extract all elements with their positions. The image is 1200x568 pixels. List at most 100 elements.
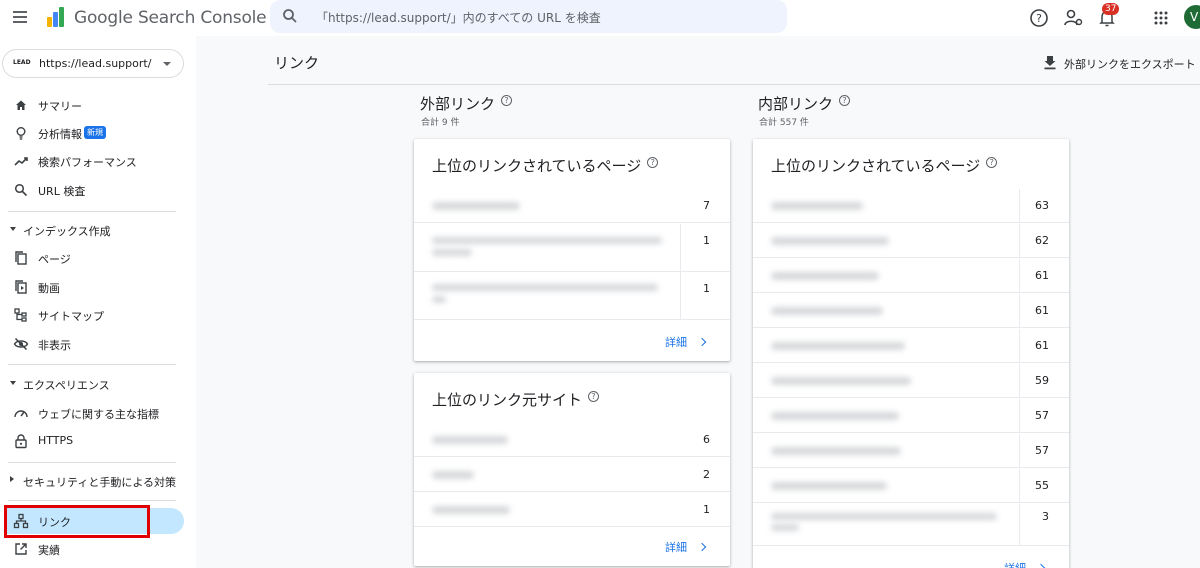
export-label: 外部リンクをエクスポート	[1064, 58, 1196, 71]
redacted-url	[771, 377, 911, 385]
table-row[interactable]: 7	[414, 189, 730, 223]
main-menu-icon[interactable]	[10, 8, 30, 28]
home-icon	[16, 100, 26, 110]
column-divider	[1019, 294, 1020, 327]
table-row[interactable]: 57	[753, 434, 1069, 468]
property-selector[interactable]: LEAD https://lead.support/	[2, 49, 184, 78]
details-link[interactable]: 詳細	[1004, 560, 1046, 568]
manage-users-icon[interactable]	[1062, 7, 1084, 29]
link-count: 3	[1042, 510, 1049, 523]
sidebar-item-removals[interactable]: 非表示	[0, 331, 190, 357]
property-favicon: LEAD	[13, 59, 31, 66]
sidebar-item-performance[interactable]: 検索パフォーマンス	[0, 148, 190, 174]
table-row[interactable]: 2	[414, 458, 730, 492]
download-icon	[1044, 56, 1056, 70]
link-count: 1	[703, 282, 710, 295]
sidebar-item-label: HTTPS	[38, 434, 74, 447]
help-icon[interactable]: ?	[588, 391, 600, 402]
sidebar-item-achievements[interactable]: 実績	[0, 536, 190, 562]
details-link[interactable]: 詳細	[665, 539, 707, 555]
section-security[interactable]: セキュリティと手動による対策	[0, 469, 190, 493]
card-title: 上位のリンクされているページ?	[432, 155, 659, 176]
sidebar-item-url-inspection[interactable]: URL 検査	[0, 177, 190, 203]
column-divider	[680, 224, 681, 271]
help-icon[interactable]: ?	[1028, 7, 1050, 29]
pages-icon	[15, 251, 27, 265]
link-count: 62	[1035, 234, 1049, 247]
internal-links-total: 合計 557 件	[759, 118, 809, 128]
card-internal-top-linked-pages: 上位のリンクされているページ? 63 62 61 61 61 59 57 57 …	[753, 139, 1069, 568]
redacted-url	[432, 249, 472, 256]
help-icon[interactable]: ?	[501, 95, 513, 106]
sidebar-item-label: サイトマップ	[38, 310, 104, 323]
expand-icon	[10, 227, 16, 231]
section-experience[interactable]: エクスペリエンス	[0, 372, 190, 396]
table-row[interactable]: 61	[753, 259, 1069, 293]
redacted-url	[771, 447, 901, 455]
section-label: エクスペリエンス	[23, 379, 110, 392]
help-icon[interactable]: ?	[986, 157, 998, 168]
help-icon[interactable]: ?	[839, 95, 851, 106]
sidebar-item-videos[interactable]: 動画	[0, 274, 190, 300]
section-indexing[interactable]: インデックス作成	[0, 218, 190, 242]
link-count: 55	[1035, 479, 1049, 492]
sidebar: LEAD https://lead.support/ サマリー 分析情報 新規 …	[0, 36, 196, 568]
link-count: 6	[703, 433, 710, 446]
apps-grid-icon[interactable]	[1150, 7, 1172, 29]
table-row[interactable]: 61	[753, 329, 1069, 363]
link-count: 2	[703, 468, 710, 481]
table-row[interactable]: 62	[753, 224, 1069, 258]
table-row[interactable]: 55	[753, 469, 1069, 503]
redacted-url	[771, 237, 889, 245]
sidebar-item-label: 動画	[38, 282, 60, 295]
redacted-url	[771, 513, 997, 520]
account-avatar[interactable]: V	[1184, 5, 1200, 29]
sidebar-item-pages[interactable]: ページ	[0, 245, 190, 271]
sidebar-item-core-web-vitals[interactable]: ウェブに関する主な指標	[0, 400, 190, 426]
column-divider	[1019, 189, 1020, 222]
search-icon	[14, 183, 28, 197]
svg-text:?: ?	[1036, 12, 1042, 25]
search-console-logo	[47, 7, 64, 27]
gauge-icon	[14, 410, 28, 418]
table-row[interactable]: 61	[753, 294, 1069, 328]
sidebar-item-label: ウェブに関する主な指標	[38, 408, 159, 421]
sidebar-item-label: 分析情報	[38, 128, 82, 141]
column-divider	[1019, 259, 1020, 292]
link-count: 1	[703, 234, 710, 247]
lock-icon	[15, 434, 27, 449]
table-row[interactable]: 1	[414, 224, 730, 272]
sidebar-item-summary[interactable]: サマリー	[0, 92, 190, 118]
product-name[interactable]: Google Search Console	[74, 8, 267, 28]
table-row[interactable]: 1	[414, 493, 730, 527]
sidebar-item-label: URL 検査	[38, 185, 86, 198]
redacted-url	[771, 202, 863, 210]
column-divider	[1019, 399, 1020, 432]
redacted-url	[432, 202, 520, 210]
details-link[interactable]: 詳細	[665, 334, 707, 350]
table-row[interactable]: 57	[753, 399, 1069, 433]
video-icon	[15, 280, 27, 294]
link-count: 1	[703, 503, 710, 516]
table-row[interactable]: 59	[753, 364, 1069, 398]
url-inspection-search[interactable]: 「https://lead.support/」内のすべての URL を検査	[270, 0, 787, 33]
sidebar-divider	[8, 211, 176, 212]
column-divider	[1019, 224, 1020, 257]
redacted-url	[771, 412, 899, 420]
collapsed-icon	[10, 476, 14, 482]
search-icon	[283, 9, 297, 23]
card-external-top-linking-sites: 上位のリンク元サイト? 6 2 1 詳細	[414, 373, 730, 566]
expand-icon	[10, 381, 16, 385]
link-count: 57	[1035, 444, 1049, 457]
redacted-url	[771, 524, 799, 531]
table-row[interactable]: 63	[753, 189, 1069, 223]
sidebar-item-https[interactable]: HTTPS	[0, 428, 190, 454]
table-row[interactable]: 3	[753, 504, 1069, 546]
column-divider	[1019, 329, 1020, 362]
column-divider	[680, 272, 681, 319]
table-row[interactable]: 1	[414, 272, 730, 320]
help-icon[interactable]: ?	[647, 157, 659, 168]
sidebar-item-insights[interactable]: 分析情報 新規	[0, 120, 190, 146]
sidebar-item-sitemaps[interactable]: サイトマップ	[0, 302, 190, 328]
table-row[interactable]: 6	[414, 423, 730, 457]
